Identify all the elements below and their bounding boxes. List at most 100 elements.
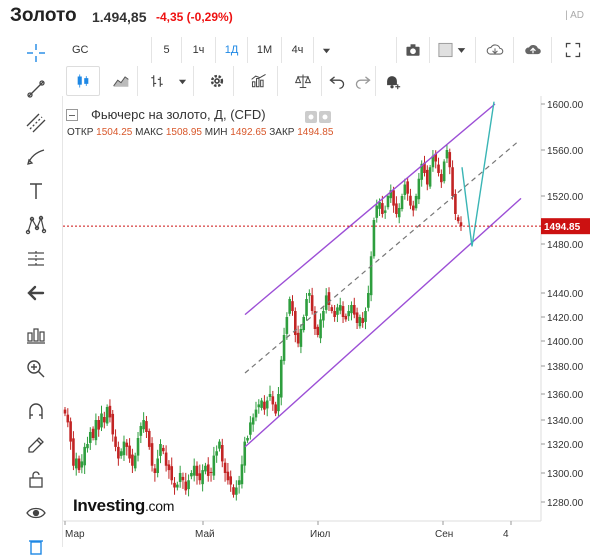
candle-body bbox=[192, 465, 196, 476]
candle-body bbox=[249, 422, 252, 435]
instrument-title: Золото bbox=[10, 5, 77, 26]
candle-body bbox=[145, 421, 148, 432]
candle-body bbox=[367, 293, 370, 308]
pattern-icon[interactable] bbox=[17, 210, 55, 240]
high-value: 1508.95 bbox=[165, 127, 202, 138]
lock-icon[interactable] bbox=[17, 464, 55, 494]
candle-body bbox=[397, 208, 401, 218]
area-chart-icon[interactable] bbox=[104, 66, 138, 96]
candle-body bbox=[204, 465, 207, 472]
text-tool-icon[interactable] bbox=[17, 176, 55, 206]
legend-collapse-icon[interactable] bbox=[66, 109, 78, 121]
pencil-lock-icon[interactable] bbox=[17, 430, 55, 460]
candle-body bbox=[72, 438, 75, 466]
interval-1h[interactable]: 1ч bbox=[182, 37, 216, 63]
investing-logo: Investing.com bbox=[73, 496, 175, 515]
candlestick-icon[interactable] bbox=[66, 66, 100, 96]
indicators-icon[interactable] bbox=[240, 66, 278, 96]
measure-icon[interactable] bbox=[17, 320, 55, 350]
candle-body bbox=[308, 293, 311, 296]
candle-body bbox=[392, 190, 395, 206]
x-tick-label: Сен bbox=[435, 529, 453, 540]
candle-body bbox=[417, 178, 421, 200]
eye-icon[interactable] bbox=[17, 498, 55, 528]
candle-body bbox=[170, 466, 174, 481]
crosshair-icon[interactable] bbox=[17, 38, 55, 68]
candle-body bbox=[164, 452, 168, 466]
candle-body bbox=[347, 311, 350, 317]
candle-body bbox=[159, 444, 162, 456]
candle-body bbox=[265, 400, 269, 409]
zoom-in-icon[interactable] bbox=[17, 354, 55, 384]
trash-icon[interactable] bbox=[17, 530, 55, 560]
candle-body bbox=[333, 311, 336, 317]
color-picker-icon[interactable] bbox=[430, 37, 476, 63]
candle-body bbox=[167, 464, 171, 471]
candle-body bbox=[201, 470, 204, 485]
candle-body bbox=[257, 404, 261, 408]
candle-body bbox=[352, 305, 356, 315]
add-alert-icon[interactable] bbox=[374, 66, 410, 96]
chart-type-dropdown-icon[interactable] bbox=[172, 66, 194, 96]
candle-body bbox=[358, 317, 362, 327]
candle-body bbox=[361, 318, 365, 323]
brush-icon[interactable] bbox=[17, 142, 55, 172]
candle-body bbox=[206, 464, 210, 476]
open-label: ОТКР bbox=[67, 127, 94, 138]
cloud-upload-icon[interactable] bbox=[514, 37, 552, 63]
fullscreen-icon[interactable] bbox=[558, 37, 588, 63]
symbol-input[interactable]: GC bbox=[66, 37, 152, 63]
candle-body bbox=[83, 446, 86, 466]
candle-body bbox=[378, 202, 381, 209]
price-chart[interactable]: 1280.00 1300.00 1320.00 1340.00 1360.00 1380.… bbox=[62, 96, 590, 547]
candle-body bbox=[88, 432, 92, 443]
candle-body bbox=[381, 203, 384, 214]
x-tick-label: Май bbox=[195, 529, 215, 540]
candle-body bbox=[268, 394, 272, 397]
candle-body bbox=[260, 400, 263, 408]
redo-icon[interactable] bbox=[350, 66, 376, 96]
arrow-back-icon[interactable] bbox=[17, 278, 55, 308]
candle-body bbox=[451, 167, 454, 196]
high-label: МАКС bbox=[135, 127, 164, 138]
compare-icon[interactable] bbox=[284, 66, 322, 96]
interval-dropdown-icon[interactable] bbox=[314, 37, 338, 63]
magnet-icon[interactable] bbox=[17, 396, 55, 426]
legend-settings-icon[interactable] bbox=[305, 110, 333, 123]
price-change: -4,35 (-0,29%) bbox=[156, 10, 233, 24]
close-label: ЗАКР bbox=[269, 127, 295, 138]
candle-body bbox=[187, 480, 190, 490]
fibonacci-icon[interactable] bbox=[17, 244, 55, 274]
candle-body bbox=[277, 394, 280, 412]
cloud-download-icon[interactable] bbox=[476, 37, 514, 63]
candle-body bbox=[150, 443, 154, 466]
candle-body bbox=[237, 480, 241, 485]
candle-body bbox=[69, 421, 72, 442]
candle-body bbox=[440, 174, 443, 183]
candle-body bbox=[223, 462, 227, 473]
interval-1m[interactable]: 1М bbox=[248, 37, 282, 63]
trendline-icon[interactable] bbox=[17, 74, 55, 104]
candle-body bbox=[291, 301, 294, 311]
candle-body bbox=[108, 405, 112, 418]
candle-body bbox=[215, 451, 218, 456]
undo-icon[interactable] bbox=[324, 66, 350, 96]
candle-body bbox=[411, 205, 415, 211]
candle-body bbox=[198, 473, 202, 481]
candle-body bbox=[316, 326, 320, 335]
bar-type-icon[interactable] bbox=[142, 66, 172, 96]
candle-body bbox=[161, 447, 165, 452]
y-tick-label: 1600.00 bbox=[547, 100, 584, 111]
candle-body bbox=[243, 441, 247, 466]
interval-5[interactable]: 5 bbox=[152, 37, 182, 63]
x-tick-label: Мар bbox=[65, 529, 85, 540]
interval-4h[interactable]: 4ч bbox=[282, 37, 314, 63]
interval-1d[interactable]: 1Д bbox=[216, 37, 248, 63]
camera-icon[interactable] bbox=[396, 37, 430, 63]
settings-gear-icon[interactable] bbox=[200, 66, 234, 96]
chart-canvas[interactable]: 1280.00 1300.00 1320.00 1340.00 1360.00 1380.… bbox=[63, 96, 590, 547]
ad-label: | AD bbox=[565, 10, 584, 21]
candle-body bbox=[100, 413, 103, 428]
parallel-channel-icon[interactable] bbox=[17, 108, 55, 138]
channel-mid-line bbox=[244, 140, 520, 374]
